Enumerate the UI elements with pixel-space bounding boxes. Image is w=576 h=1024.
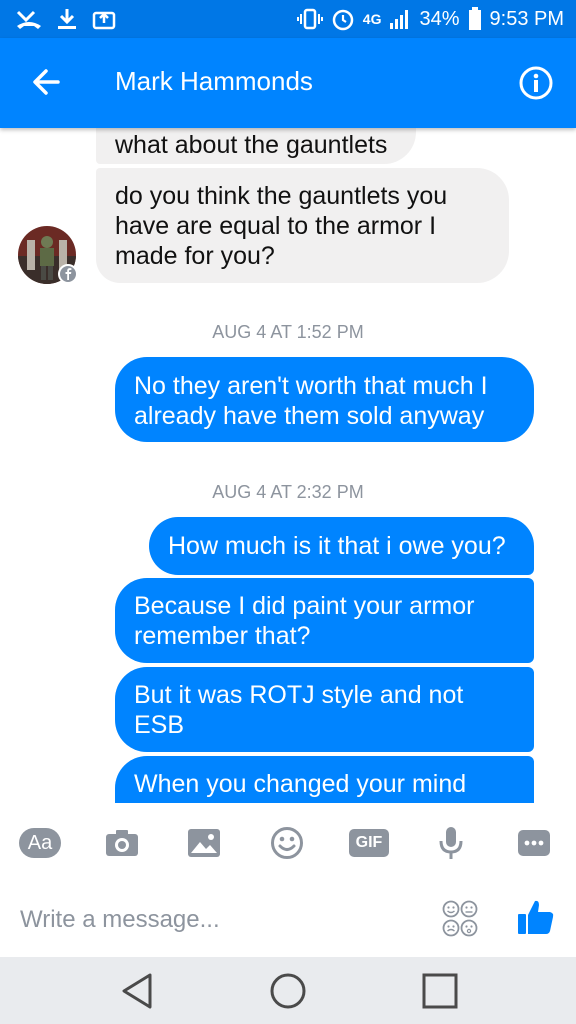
gif-button[interactable]: GIF xyxy=(347,823,391,863)
battery-percent: 34% xyxy=(419,7,460,30)
outgoing-message[interactable]: Because I did paint your armor remember … xyxy=(115,578,534,663)
conversation-header: Mark Hammonds xyxy=(0,38,576,128)
camera-icon xyxy=(106,830,138,856)
message-text: what about the gauntlets xyxy=(115,131,388,159)
back-arrow-icon[interactable] xyxy=(24,60,68,104)
alarm-icon xyxy=(332,9,354,31)
voice-button[interactable] xyxy=(429,823,473,863)
outgoing-message[interactable]: How much is it that i owe you? xyxy=(149,517,534,575)
more-button[interactable] xyxy=(512,823,556,863)
info-icon[interactable] xyxy=(518,65,554,101)
message-text: When you changed your mind xyxy=(134,770,467,798)
message-text: No they aren't worth that much I already… xyxy=(134,372,488,430)
message-composer xyxy=(0,883,576,957)
download-icon xyxy=(58,9,76,29)
facebook-badge-icon xyxy=(58,264,78,284)
network-type: 4G xyxy=(362,11,382,27)
clock: 9:53 PM xyxy=(489,7,564,30)
system-navigation-bar xyxy=(0,957,576,1024)
outgoing-message[interactable]: But it was ROTJ style and not ESB xyxy=(115,667,534,752)
text-format-icon: Aa xyxy=(19,828,61,858)
image-icon xyxy=(188,829,220,857)
incoming-message[interactable]: what about the gauntlets xyxy=(96,128,416,164)
status-bar: 4G 34% 9:53 PM xyxy=(0,0,576,38)
emoji-picker-icon[interactable] xyxy=(442,899,478,939)
message-text: Because I did paint your armor remember … xyxy=(134,592,475,650)
contact-name[interactable]: Mark Hammonds xyxy=(115,66,313,97)
missed-call-icon xyxy=(16,10,41,29)
microphone-icon xyxy=(439,827,463,859)
incoming-message[interactable]: do you think the gauntlets you have are … xyxy=(96,168,509,283)
nav-back-icon[interactable] xyxy=(118,971,158,1011)
nav-home-icon[interactable] xyxy=(268,971,308,1011)
upload-photo-icon xyxy=(92,11,116,30)
timestamp: AUG 4 AT 1:52 PM xyxy=(212,322,364,342)
message-input[interactable] xyxy=(18,897,422,943)
message-thread[interactable]: what about the gauntlets do you think th… xyxy=(0,128,576,803)
notification-icons xyxy=(16,6,116,32)
nav-recents-icon[interactable] xyxy=(420,971,460,1011)
timestamp: AUG 4 AT 2:32 PM xyxy=(212,482,364,502)
gallery-button[interactable] xyxy=(182,823,226,863)
outgoing-message[interactable]: No they aren't worth that much I already… xyxy=(115,357,534,442)
message-text: do you think the gauntlets you have are … xyxy=(115,182,448,270)
message-text: But it was ROTJ style and not ESB xyxy=(134,681,464,739)
more-icon xyxy=(518,830,550,856)
message-text: How much is it that i owe you? xyxy=(168,532,506,560)
gif-icon: GIF xyxy=(349,829,389,857)
vibrate-icon xyxy=(296,8,323,30)
signal-icon xyxy=(390,10,409,29)
smiley-icon xyxy=(271,827,303,859)
thumbs-up-icon[interactable] xyxy=(516,897,556,937)
sticker-button[interactable] xyxy=(265,823,309,863)
system-icons: 4G 34% 9:53 PM xyxy=(296,4,564,34)
outgoing-message[interactable]: When you changed your mind xyxy=(115,756,534,803)
camera-button[interactable] xyxy=(100,823,144,863)
text-format-button[interactable]: Aa xyxy=(18,823,62,863)
composer-toolbar: Aa GIF xyxy=(0,803,576,883)
battery-icon xyxy=(468,7,481,30)
